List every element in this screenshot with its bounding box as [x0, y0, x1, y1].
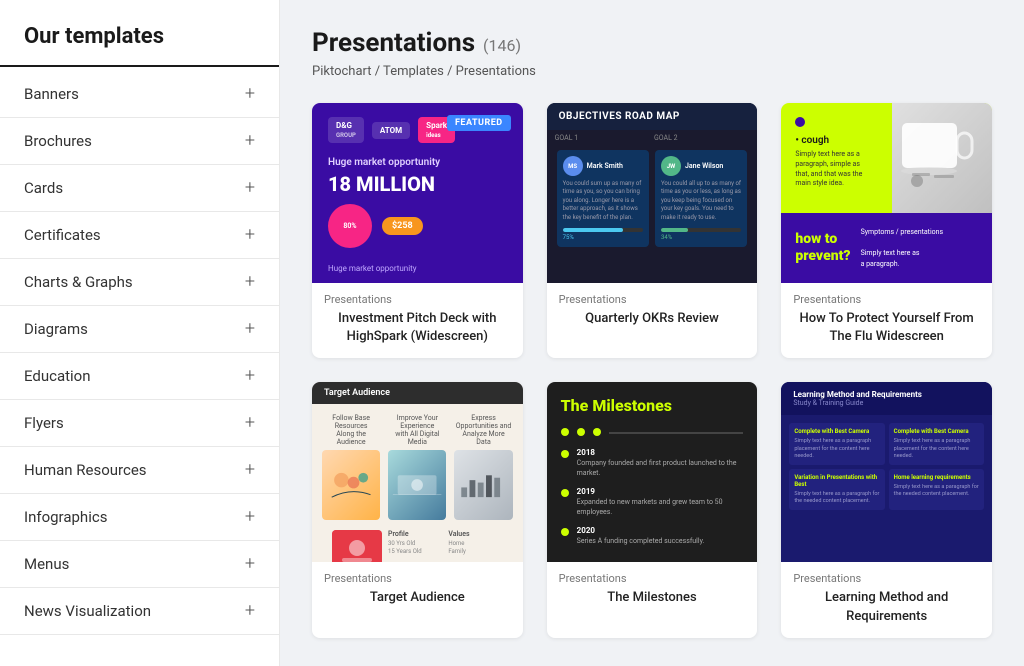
expand-icon: +: [245, 85, 255, 103]
template-info-2: Presentations Quarterly OKRs Review: [547, 283, 758, 340]
template-card-3[interactable]: • cough Simply text here as aparagraph, …: [781, 103, 992, 358]
expand-icon: +: [245, 414, 255, 432]
sidebar-item-charts-graphs[interactable]: Charts & Graphs +: [0, 259, 279, 306]
expand-icon: +: [245, 602, 255, 620]
expand-icon: +: [245, 226, 255, 244]
template-thumb-4: Target Audience Follow Base ResourcesAlo…: [312, 382, 523, 562]
expand-icon: +: [245, 179, 255, 197]
template-card-4[interactable]: Target Audience Follow Base ResourcesAlo…: [312, 382, 523, 637]
template-card-2[interactable]: OBJECTIVES ROAD MAP GOAL 1 GOAL 2 MS Mar…: [547, 103, 758, 358]
sidebar-item-banners[interactable]: Banners +: [0, 71, 279, 118]
template-thumb-6: Learning Method and Requirements Study &…: [781, 382, 992, 562]
milestone-dot: [561, 489, 569, 497]
expand-icon: +: [245, 508, 255, 526]
template-info-3: Presentations How To Protect Yourself Fr…: [781, 283, 992, 358]
expand-icon: +: [245, 320, 255, 338]
sidebar-title: Our templates: [0, 24, 279, 67]
featured-badge: FEATURED: [447, 115, 511, 131]
template-info-4: Presentations Target Audience: [312, 562, 523, 619]
sidebar-item-certificates[interactable]: Certificates +: [0, 212, 279, 259]
template-thumb-5: The Milestones 2018 Company founded and …: [547, 382, 758, 562]
sidebar-item-infographics[interactable]: Infographics +: [0, 494, 279, 541]
template-info-6: Presentations Learning Method and Requir…: [781, 562, 992, 637]
sidebar: Our templates Banners + Brochures + Card…: [0, 0, 280, 666]
sidebar-item-human-resources[interactable]: Human Resources +: [0, 447, 279, 494]
sidebar-item-flyers[interactable]: Flyers +: [0, 400, 279, 447]
sidebar-item-diagrams[interactable]: Diagrams +: [0, 306, 279, 353]
template-info-1: Presentations Investment Pitch Deck with…: [312, 283, 523, 358]
breadcrumb: Piktochart / Templates / Presentations: [312, 64, 992, 79]
expand-icon: +: [245, 132, 255, 150]
avatar-mark: MS: [563, 156, 583, 176]
sidebar-item-cards[interactable]: Cards +: [0, 165, 279, 212]
expand-icon: +: [245, 273, 255, 291]
sidebar-item-news-visualization[interactable]: News Visualization +: [0, 588, 279, 635]
milestone-dot: [561, 528, 569, 536]
sidebar-item-brochures[interactable]: Brochures +: [0, 118, 279, 165]
template-info-5: Presentations The Milestones: [547, 562, 758, 619]
expand-icon: +: [245, 461, 255, 479]
template-thumb-1: FEATURED D&GGROUP ATOM Sparkideas Huge m…: [312, 103, 523, 283]
sidebar-item-menus[interactable]: Menus +: [0, 541, 279, 588]
template-thumb-3: • cough Simply text here as aparagraph, …: [781, 103, 992, 283]
expand-icon: +: [245, 367, 255, 385]
template-card-6[interactable]: Learning Method and Requirements Study &…: [781, 382, 992, 637]
main-content: Presentations (146) Piktochart / Templat…: [280, 0, 1024, 666]
template-card-1[interactable]: FEATURED D&GGROUP ATOM Sparkideas Huge m…: [312, 103, 523, 358]
page-title: Presentations (146): [312, 28, 992, 58]
sidebar-item-education[interactable]: Education +: [0, 353, 279, 400]
template-grid: FEATURED D&GGROUP ATOM Sparkideas Huge m…: [312, 103, 992, 638]
template-card-5[interactable]: The Milestones 2018 Company founded and …: [547, 382, 758, 637]
avatar-jane: JW: [661, 156, 681, 176]
expand-icon: +: [245, 555, 255, 573]
page-header: Presentations (146) Piktochart / Templat…: [312, 28, 992, 79]
template-thumb-2: OBJECTIVES ROAD MAP GOAL 1 GOAL 2 MS Mar…: [547, 103, 758, 283]
